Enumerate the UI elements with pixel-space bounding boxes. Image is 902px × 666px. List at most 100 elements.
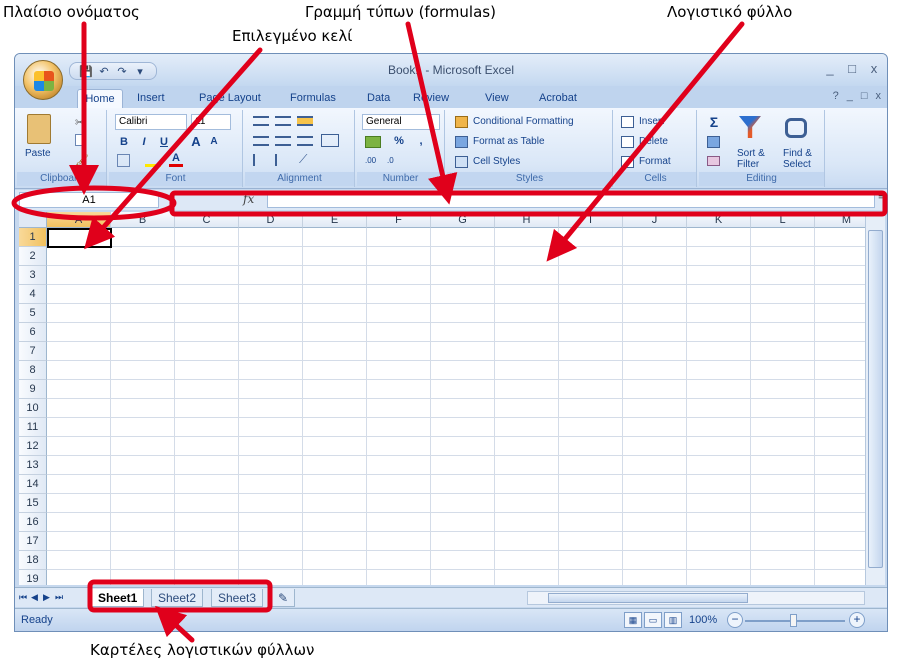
cut-icon[interactable]: ✂ (75, 116, 84, 129)
row-header-10[interactable]: 10 (19, 399, 47, 418)
font-name-select[interactable]: Calibri (115, 114, 187, 130)
next-sheet-icon[interactable]: ▶ (43, 592, 50, 603)
horizontal-scrollbar[interactable] (527, 591, 865, 605)
fill-icon[interactable] (707, 136, 720, 148)
column-header-b[interactable]: B (111, 212, 175, 228)
row-header-2[interactable]: 2 (19, 247, 47, 266)
spreadsheet-grid[interactable]: ABCDEFGHIJKLM 1 2 3 4 5 6 7 8 9 10 11 12 13 14 15 16 17 1… (19, 212, 865, 585)
underline-button[interactable]: U (157, 136, 171, 148)
decrease-indent-icon[interactable] (253, 154, 269, 166)
row-header-17[interactable]: 17 (19, 532, 47, 551)
zoom-out-button[interactable]: − (727, 612, 743, 628)
row-header-5[interactable]: 5 (19, 304, 47, 323)
percent-button[interactable]: % (393, 135, 405, 147)
row-header-12[interactable]: 12 (19, 437, 47, 456)
column-header-f[interactable]: F (367, 212, 431, 228)
bold-button[interactable]: B (117, 136, 131, 148)
increase-indent-icon[interactable] (275, 154, 291, 166)
format-as-table-icon[interactable] (455, 136, 468, 148)
ribbon-close-button[interactable]: x (876, 90, 882, 102)
font-size-select[interactable]: 11 (191, 114, 231, 130)
column-header-i[interactable]: I (559, 212, 623, 228)
insert-sheet-icon[interactable]: ✎ (271, 589, 295, 607)
align-left-icon[interactable] (253, 136, 269, 146)
fill-color-icon[interactable] (145, 154, 161, 167)
decrease-decimal-button[interactable]: .0 (387, 156, 394, 165)
conditional-formatting-icon[interactable] (455, 116, 468, 128)
column-header-c[interactable]: C (175, 212, 239, 228)
row-header-8[interactable]: 8 (19, 361, 47, 380)
row-header-19[interactable]: 19 (19, 570, 47, 585)
cells-area[interactable] (47, 228, 865, 585)
zoom-in-button[interactable]: + (849, 612, 865, 628)
page-break-view-icon[interactable]: ▥ (664, 612, 682, 628)
find-label[interactable]: Find & (783, 148, 812, 159)
italic-button[interactable]: I (137, 136, 151, 148)
row-header-4[interactable]: 4 (19, 285, 47, 304)
normal-view-icon[interactable]: ▦ (624, 612, 642, 628)
increase-decimal-button[interactable]: .00 (365, 156, 376, 165)
align-center-icon[interactable] (275, 136, 291, 146)
column-header-g[interactable]: G (431, 212, 495, 228)
first-sheet-icon[interactable]: ⏮ (19, 592, 27, 603)
last-sheet-icon[interactable]: ⏭ (55, 592, 63, 603)
column-header-k[interactable]: K (687, 212, 751, 228)
ribbon-minimize-button[interactable]: _ (847, 90, 853, 102)
row-header-18[interactable]: 18 (19, 551, 47, 570)
expand-formula-bar-icon[interactable]: ≚ (878, 192, 886, 203)
orientation-icon[interactable]: ⟋ (299, 152, 307, 167)
tab-home[interactable]: Home (77, 89, 123, 108)
prev-sheet-icon[interactable]: ◀ (31, 592, 38, 603)
column-header-d[interactable]: D (239, 212, 303, 228)
format-button[interactable]: Format (639, 156, 671, 167)
row-header-9[interactable]: 9 (19, 380, 47, 399)
horizontal-scroll-thumb[interactable] (548, 593, 748, 603)
vertical-scroll-thumb[interactable] (868, 230, 883, 568)
vertical-scrollbar[interactable] (865, 212, 885, 585)
sort-label[interactable]: Sort & (737, 148, 765, 159)
help-icon[interactable]: ? (833, 90, 839, 102)
autosum-button[interactable]: Σ (707, 114, 721, 130)
office-button[interactable] (23, 60, 63, 100)
formula-input[interactable] (267, 192, 875, 208)
name-box[interactable]: A1 (19, 192, 159, 208)
number-format-select[interactable]: General (362, 114, 440, 130)
currency-icon[interactable] (365, 136, 381, 148)
delete-cells-icon[interactable] (621, 136, 634, 148)
tab-view[interactable]: View (485, 89, 509, 108)
insert-cells-icon[interactable] (621, 116, 634, 128)
select-all-corner[interactable] (19, 212, 47, 228)
merge-center-icon[interactable] (321, 134, 339, 147)
filter-label[interactable]: Filter (737, 159, 759, 170)
column-header-a[interactable]: A (47, 212, 111, 228)
borders-icon[interactable] (117, 154, 130, 167)
row-header-6[interactable]: 6 (19, 323, 47, 342)
paste-icon[interactable] (27, 114, 51, 144)
column-header-j[interactable]: J (623, 212, 687, 228)
cell-styles-button[interactable]: Cell Styles (473, 156, 520, 167)
find-select-icon[interactable] (785, 118, 807, 138)
font-color-button[interactable]: A (169, 152, 183, 167)
sheet-tab-1[interactable]: Sheet1 (91, 589, 145, 607)
align-bottom-icon[interactable] (297, 116, 313, 126)
format-painter-icon[interactable]: 🖌 (75, 154, 89, 167)
row-header-11[interactable]: 11 (19, 418, 47, 437)
tab-acrobat[interactable]: Acrobat (539, 89, 577, 108)
cell-styles-icon[interactable] (455, 156, 468, 168)
row-header-7[interactable]: 7 (19, 342, 47, 361)
selected-cell[interactable] (47, 228, 112, 248)
delete-button[interactable]: Delete (639, 136, 668, 147)
copy-icon[interactable] (75, 134, 86, 146)
align-middle-icon[interactable] (275, 116, 291, 126)
conditional-formatting-button[interactable]: Conditional Formatting (473, 116, 574, 127)
ribbon-restore-button[interactable]: □ (861, 90, 868, 102)
page-layout-view-icon[interactable]: ▭ (644, 612, 662, 628)
format-as-table-button[interactable]: Format as Table (473, 136, 545, 147)
column-header-h[interactable]: H (495, 212, 559, 228)
sheet-tab-3[interactable]: Sheet3 (211, 589, 264, 607)
insert-function-icon[interactable]: fx (243, 192, 254, 206)
row-header-3[interactable]: 3 (19, 266, 47, 285)
select-label[interactable]: Select (783, 159, 811, 170)
comma-button[interactable]: , (415, 135, 427, 147)
zoom-level[interactable]: 100% (689, 614, 717, 626)
